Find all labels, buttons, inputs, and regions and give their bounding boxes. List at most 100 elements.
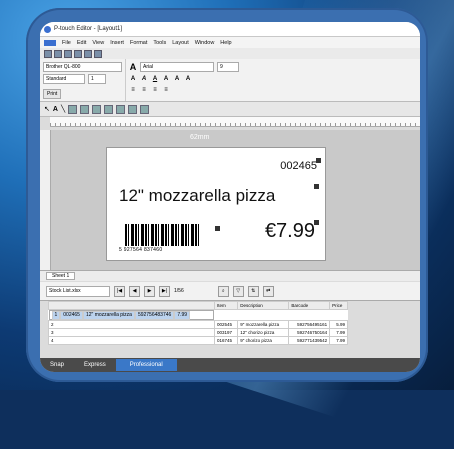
- prev-record-icon[interactable]: ◀: [129, 285, 140, 297]
- cell-price[interactable]: 5.99: [329, 320, 348, 329]
- resize-handle[interactable]: [316, 158, 321, 163]
- column-header: Description: [237, 301, 290, 310]
- new-icon[interactable]: [44, 49, 52, 58]
- cell-description[interactable]: 12" chorizo pizza: [237, 328, 290, 337]
- justify-icon[interactable]: ≡: [162, 86, 170, 94]
- drawing-toolbar: ↖ A ╲: [40, 102, 420, 117]
- menu-file[interactable]: File: [59, 40, 74, 46]
- menu-view[interactable]: View: [89, 40, 107, 46]
- column-header: [48, 301, 215, 310]
- table-row[interactable]: 4 016745 9" chorizo pizza 592771439542 7…: [48, 336, 348, 345]
- database-table: Item Description Barcode Price 1 002465 …: [48, 301, 348, 345]
- align-right-icon[interactable]: ≡: [151, 86, 159, 94]
- row-number: 3: [48, 328, 215, 337]
- underline-icon[interactable]: A: [151, 75, 159, 83]
- cell-barcode[interactable]: 592756495161: [288, 320, 331, 329]
- cell-item[interactable]: 002545: [213, 320, 239, 329]
- merge-icon[interactable]: ⇄: [262, 285, 274, 297]
- line-icon[interactable]: ╲: [61, 105, 65, 113]
- resize-handle[interactable]: [314, 184, 319, 189]
- menu-format[interactable]: Format: [127, 40, 150, 46]
- printer-select[interactable]: Brother QL-800: [43, 62, 122, 72]
- cell-barcode[interactable]: 592771439542: [288, 336, 331, 345]
- copies-input[interactable]: 1: [88, 74, 106, 84]
- label-serial-text[interactable]: 002465: [280, 160, 317, 172]
- italic-icon[interactable]: A: [140, 75, 148, 83]
- cell-item[interactable]: 003197: [213, 328, 239, 337]
- sheet-tab[interactable]: Sheet 1: [46, 272, 76, 280]
- strikethrough-icon[interactable]: A: [162, 75, 170, 83]
- table-icon[interactable]: [92, 104, 102, 114]
- database-file[interactable]: Stock List.xlsx: [46, 285, 110, 297]
- menu-bar: File Edit View Insert Format Tools Layou…: [40, 37, 420, 48]
- select-icon[interactable]: ↖: [44, 105, 50, 113]
- last-record-icon[interactable]: ▶|: [159, 285, 170, 297]
- label-barcode[interactable]: [125, 224, 199, 246]
- sheet-bar: Sheet 1: [40, 270, 420, 281]
- preview-icon[interactable]: [84, 49, 92, 58]
- label-preview[interactable]: 002465 12" mozzarella pizza 5 927564 837…: [106, 147, 326, 261]
- label-item-text[interactable]: 12" mozzarella pizza: [119, 186, 275, 206]
- table-row[interactable]: 1 002465 12" mozzarella pizza 5927564837…: [48, 310, 215, 320]
- print-button[interactable]: Print: [43, 89, 62, 99]
- horizontal-ruler: [50, 117, 420, 127]
- image-icon[interactable]: [80, 104, 90, 114]
- window-title: P-touch Editor - [Layout1]: [54, 26, 123, 32]
- next-record-icon[interactable]: ▶: [144, 285, 155, 297]
- menu-insert[interactable]: Insert: [107, 40, 127, 46]
- shrink-font-icon[interactable]: A: [184, 75, 192, 83]
- align-center-icon[interactable]: ≡: [140, 86, 148, 94]
- font-panel: A Arial 9 A A A A A A ≡ ≡ ≡ ≡: [126, 59, 346, 101]
- grid-icon[interactable]: [94, 49, 102, 58]
- cell-price[interactable]: 7.99: [174, 310, 191, 320]
- search-icon[interactable]: ⌕: [217, 285, 229, 297]
- menu-edit[interactable]: Edit: [74, 40, 89, 46]
- express-mode-button[interactable]: Express: [74, 362, 116, 368]
- cell-barcode[interactable]: 592756483746: [134, 310, 175, 320]
- cell-item[interactable]: 002465: [60, 310, 83, 320]
- cell-price[interactable]: 7.99: [329, 328, 348, 337]
- paper-select[interactable]: Standard: [43, 74, 85, 84]
- bold-icon[interactable]: A: [129, 75, 137, 83]
- layout-canvas[interactable]: 62mm 002465 12" mozzarella pizza 5 92756…: [40, 130, 420, 270]
- menu-tools[interactable]: Tools: [150, 40, 169, 46]
- filter-icon[interactable]: ▽: [232, 285, 244, 297]
- cell-description[interactable]: 12" mozzarella pizza: [82, 310, 135, 320]
- resize-handle[interactable]: [314, 220, 319, 225]
- professional-mode-button[interactable]: Professional: [115, 359, 177, 371]
- align-left-icon[interactable]: ≡: [129, 86, 137, 94]
- paste-icon[interactable]: [140, 104, 150, 114]
- print-icon[interactable]: [74, 49, 82, 58]
- snap-mode-button[interactable]: Snap: [40, 362, 74, 368]
- resize-handle[interactable]: [215, 226, 220, 231]
- app-window: P-touch Editor - [Layout1] File Edit Vie…: [40, 22, 420, 372]
- menu-window[interactable]: Window: [192, 40, 218, 46]
- text-tool-icon[interactable]: A: [129, 62, 137, 72]
- row-number: 4: [48, 336, 215, 345]
- font-size-select[interactable]: 9: [217, 62, 239, 72]
- cell-price[interactable]: 7.99: [329, 336, 348, 345]
- cell-barcode[interactable]: 592746750164: [288, 328, 331, 337]
- cell-description[interactable]: 9" mozzarella pizza: [237, 320, 290, 329]
- cell-item[interactable]: 016745: [213, 336, 239, 345]
- first-record-icon[interactable]: |◀: [114, 285, 125, 297]
- shape-icon[interactable]: [68, 104, 78, 114]
- table-row[interactable]: 2 002545 9" mozzarella pizza 59275649516…: [48, 320, 348, 329]
- open-icon[interactable]: [54, 49, 62, 58]
- text-icon[interactable]: A: [53, 106, 58, 113]
- sort-icon[interactable]: ⇅: [247, 285, 259, 297]
- menu-help[interactable]: Help: [217, 40, 234, 46]
- font-family-select[interactable]: Arial: [140, 62, 214, 72]
- grow-font-icon[interactable]: A: [173, 75, 181, 83]
- cell-description[interactable]: 9" chorizo pizza: [237, 336, 290, 345]
- record-counter: 1/56: [174, 288, 184, 294]
- label-price-text[interactable]: €7.99: [265, 220, 315, 243]
- save-icon[interactable]: [64, 49, 72, 58]
- title-bar: P-touch Editor - [Layout1]: [40, 22, 420, 37]
- copy-icon[interactable]: [128, 104, 138, 114]
- label-width-indicator: 62mm: [190, 134, 210, 141]
- table-row[interactable]: 3 003197 12" chorizo pizza 592746750164 …: [48, 328, 348, 337]
- barcode-icon[interactable]: [104, 104, 114, 114]
- menu-layout[interactable]: Layout: [169, 40, 192, 46]
- cut-icon[interactable]: [116, 104, 126, 114]
